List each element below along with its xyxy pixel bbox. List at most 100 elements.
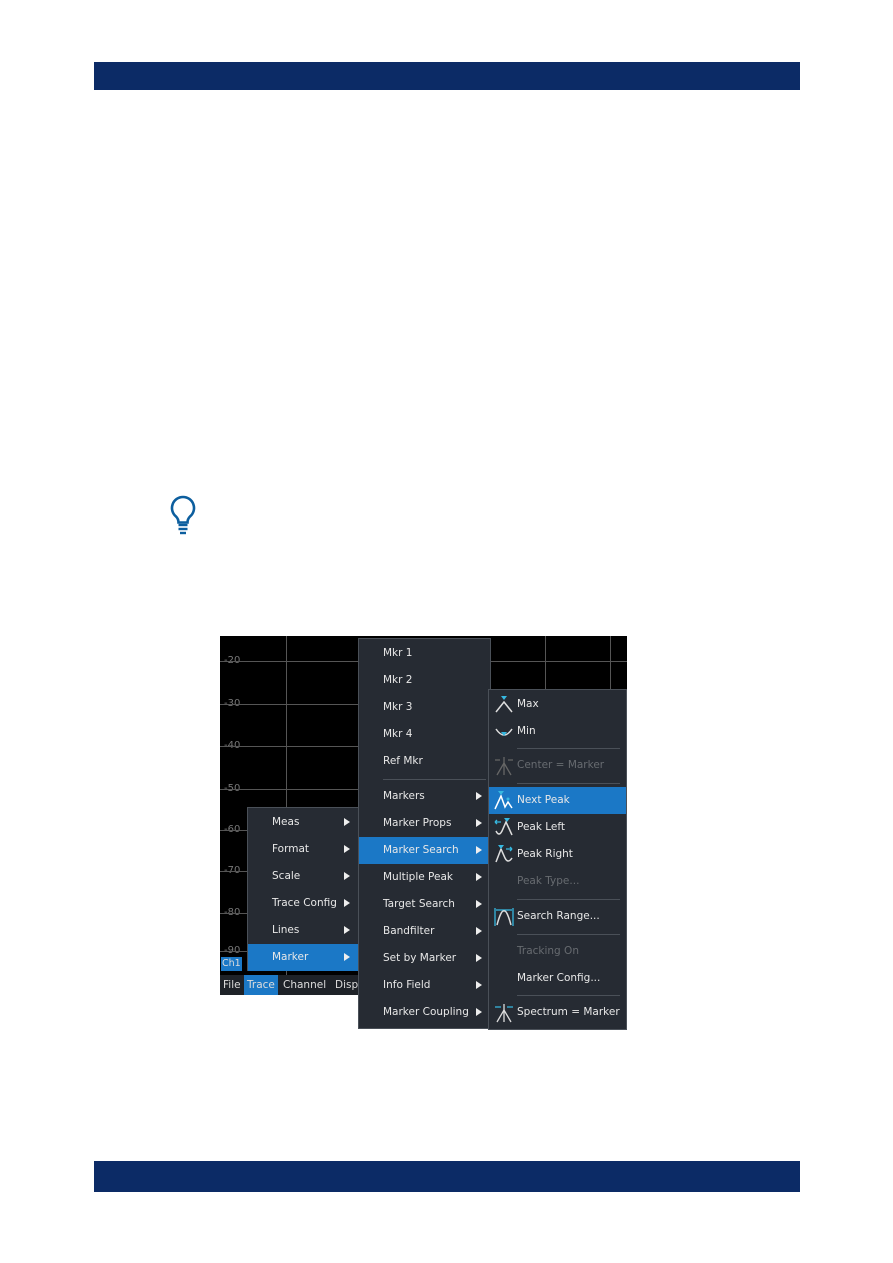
menu-item-search-range[interactable]: Search Range...: [489, 903, 626, 930]
menu-item-spectrum-marker[interactable]: Spectrum = Marker: [489, 999, 626, 1026]
menu-item-label: Ref Mkr: [383, 755, 423, 767]
chevron-right-icon: [344, 818, 350, 826]
menu-item-mkr-4[interactable]: Mkr 4: [359, 721, 490, 748]
menu-item-label: Lines: [272, 924, 300, 936]
menu-separator: [517, 899, 620, 900]
chevron-right-icon: [476, 873, 482, 881]
menu-item-label: Mkr 3: [383, 701, 413, 713]
menu-separator: [517, 783, 620, 784]
chevron-right-icon: [344, 899, 350, 907]
chevron-right-icon: [476, 900, 482, 908]
spectrum-marker-icon: [495, 1004, 513, 1023]
menu-item-label: Format: [272, 843, 310, 855]
menu-item-format[interactable]: Format: [248, 836, 358, 863]
menu-item-label: Marker: [272, 951, 309, 963]
menu-item-label: Meas: [272, 816, 300, 828]
chevron-right-icon: [344, 926, 350, 934]
menu-item-marker-coupling[interactable]: Marker Coupling: [359, 999, 490, 1026]
menu-item-label: Marker Search: [383, 844, 459, 856]
channel-label[interactable]: Ch1: [221, 957, 242, 971]
min-icon: [495, 728, 513, 736]
menu-item-meas[interactable]: Meas: [248, 809, 358, 836]
menu-item-label: Marker Props: [383, 817, 452, 829]
chevron-right-icon: [344, 953, 350, 961]
menu-separator: [517, 748, 620, 749]
menu-item-mkr-3[interactable]: Mkr 3: [359, 694, 490, 721]
chevron-right-icon: [344, 872, 350, 880]
menu-item-label: Next Peak: [517, 794, 570, 806]
menu-item-label: Search Range...: [517, 910, 600, 922]
menu-item-markers[interactable]: Markers: [359, 783, 490, 810]
menu-item-mkr-2[interactable]: Mkr 2: [359, 667, 490, 694]
peak-right-icon: [495, 845, 513, 863]
menu-item-label: Info Field: [383, 979, 431, 991]
menu-trace[interactable]: Trace: [244, 975, 278, 995]
menu-item-label: Marker Config...: [517, 972, 601, 984]
marker-search-menu: Max Min Center = Marker Next Peak Peak Left P…: [488, 689, 627, 1030]
chevron-right-icon: [476, 846, 482, 854]
menu-item-peak-right[interactable]: Peak Right: [489, 841, 626, 868]
chevron-right-icon: [476, 927, 482, 935]
menu-separator: [517, 995, 620, 996]
menu-item-label: Spectrum = Marker: [517, 1006, 620, 1018]
menu-item-next-peak[interactable]: Next Peak: [489, 787, 626, 814]
menu-item-label: Peak Type...: [517, 875, 580, 887]
menu-item-label: Target Search: [383, 898, 455, 910]
menu-item-info-field[interactable]: Info Field: [359, 972, 490, 999]
chevron-right-icon: [476, 954, 482, 962]
menu-item-label: Peak Left: [517, 821, 566, 833]
search-range-icon: [494, 908, 514, 926]
menu-item-label: Center = Marker: [517, 759, 605, 771]
menu-item-set-by-marker[interactable]: Set by Marker: [359, 945, 490, 972]
center-marker-icon: [495, 757, 513, 776]
chevron-right-icon: [476, 792, 482, 800]
menu-item-marker-search[interactable]: Marker Search: [359, 837, 490, 864]
marker-menu: Mkr 1 Mkr 2 Mkr 3 Mkr 4 Ref Mkr Markers Marker…: [358, 638, 491, 1029]
chevron-right-icon: [476, 819, 482, 827]
menu-item-label: Mkr 1: [383, 647, 413, 659]
menu-separator: [383, 779, 486, 780]
page-footer-bar: [94, 1161, 800, 1192]
page-header-bar: [94, 62, 800, 90]
menu-item-trace-config[interactable]: Trace Config: [248, 890, 358, 917]
menu-item-target-search[interactable]: Target Search: [359, 891, 490, 918]
menu-item-peak-type: Peak Type...: [489, 868, 626, 895]
menu-item-label: Mkr 2: [383, 674, 413, 686]
menu-item-label: Bandfilter: [383, 925, 435, 937]
max-icon: [495, 696, 513, 713]
menu-item-label: Min: [517, 725, 536, 737]
menu-item-multiple-peak[interactable]: Multiple Peak: [359, 864, 490, 891]
menu-item-label: Scale: [272, 870, 301, 882]
menu-item-label: Tracking On: [517, 945, 579, 957]
menu-item-label: Multiple Peak: [383, 871, 453, 883]
menu-item-marker-config[interactable]: Marker Config...: [489, 965, 626, 992]
menu-item-marker-props[interactable]: Marker Props: [359, 810, 490, 837]
menu-item-center-marker: Center = Marker: [489, 752, 626, 779]
menu-item-ref-mkr[interactable]: Ref Mkr: [359, 748, 490, 775]
menu-item-lines[interactable]: Lines: [248, 917, 358, 944]
menu-item-tracking-on: Tracking On: [489, 938, 626, 965]
peak-left-icon: [494, 818, 513, 836]
menu-item-label: Markers: [383, 790, 425, 802]
menu-item-min[interactable]: Min: [489, 718, 626, 745]
menu-bar: File Trace Channel Displa: [220, 975, 368, 995]
lightbulb-tip-icon: [170, 495, 196, 535]
menu-item-peak-left[interactable]: Peak Left: [489, 814, 626, 841]
menu-channel[interactable]: Channel: [280, 975, 329, 995]
menu-item-bandfilter[interactable]: Bandfilter: [359, 918, 490, 945]
menu-item-label: Trace Config: [272, 897, 337, 909]
menu-item-max[interactable]: Max: [489, 691, 626, 718]
chevron-right-icon: [344, 845, 350, 853]
menu-file[interactable]: File: [220, 975, 244, 995]
menu-separator: [517, 934, 620, 935]
trace-menu: Meas Format Scale Trace Config Lines Marker: [247, 807, 359, 971]
menu-item-label: Set by Marker: [383, 952, 457, 964]
menu-item-mkr-1[interactable]: Mkr 1: [359, 640, 490, 667]
menu-item-label: Max: [517, 698, 539, 710]
app-screenshot: -20-30-40-50-60-70-80-90 Ch1 FileTraceCh…: [220, 636, 627, 1030]
menu-item-scale[interactable]: Scale: [248, 863, 358, 890]
menu-item-marker[interactable]: Marker: [248, 944, 358, 971]
chevron-right-icon: [476, 981, 482, 989]
menu-item-label: Marker Coupling: [383, 1006, 469, 1018]
chevron-right-icon: [476, 1008, 482, 1016]
